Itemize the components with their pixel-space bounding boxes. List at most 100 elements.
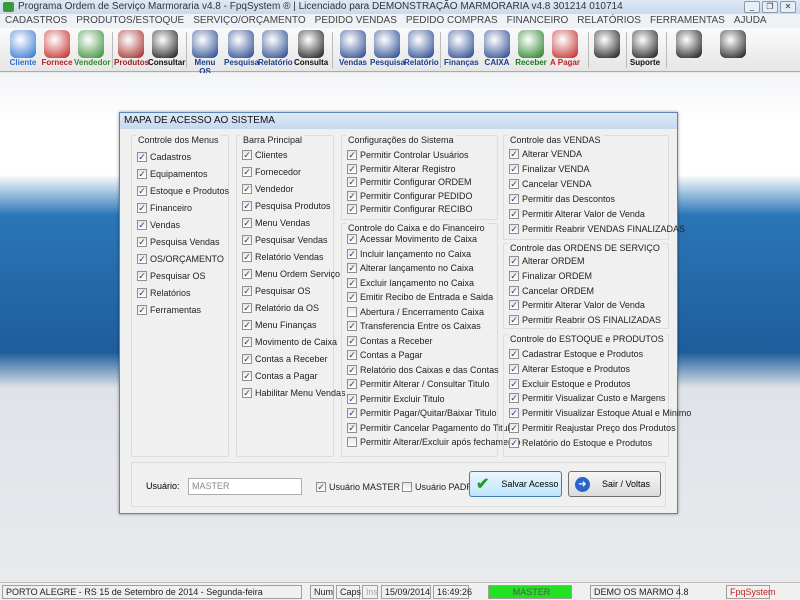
permission-checkbox[interactable]: ✓ Estoque e Produtos	[137, 186, 229, 196]
permission-checkbox[interactable]: ✓ Contas a Pagar	[347, 350, 423, 360]
toolbar-button-menuos[interactable]: Menu OS	[188, 30, 222, 76]
permission-checkbox[interactable]: ✓ Pesquisar OS	[242, 286, 311, 296]
permission-checkbox[interactable]: ✓ Contas a Receber	[347, 335, 433, 346]
checkbox[interactable]: ✓	[137, 186, 147, 196]
save-access-button[interactable]: ✔ Salvar Acesso	[469, 471, 562, 497]
checkbox[interactable]: ✓	[347, 248, 357, 259]
checkbox[interactable]	[347, 437, 357, 447]
checkbox[interactable]: ✓	[347, 350, 357, 360]
user-input[interactable]: MASTER	[188, 478, 302, 495]
checkbox[interactable]: ✓	[347, 277, 357, 288]
toolbar-button-suporte[interactable]: Suporte	[628, 30, 662, 70]
permission-checkbox[interactable]: ✓ Relatório do Estoque e Produtos	[509, 437, 652, 448]
checkbox[interactable]: ✓	[509, 315, 519, 326]
toolbar-button-vendedor[interactable]: Vendedor	[74, 30, 110, 70]
checkbox[interactable]: ✓	[137, 169, 147, 179]
checkbox[interactable]: ✓	[509, 408, 519, 419]
checkbox[interactable]: ✓	[242, 201, 252, 211]
checkbox[interactable]: ✓	[509, 149, 519, 159]
toolbar-button-caixa[interactable]: CAIXA	[480, 30, 514, 70]
permission-checkbox[interactable]: ✓ Pesquisa Vendas	[137, 237, 220, 247]
checkbox[interactable]: ✓	[242, 218, 252, 228]
permission-checkbox[interactable]: ✓ Alterar VENDA	[509, 149, 582, 159]
checkbox[interactable]	[347, 306, 357, 317]
permission-checkbox[interactable]: ✓ Excluir Estoque e Produtos	[509, 378, 631, 389]
restore-button[interactable]: ❐	[762, 1, 778, 13]
permission-checkbox[interactable]: ✓ Movimento de Caixa	[242, 337, 337, 347]
permission-checkbox[interactable]: ✓ Permitir Reabrir OS FINALIZADAS	[509, 315, 661, 326]
checkbox[interactable]: ✓	[509, 224, 519, 234]
permission-checkbox[interactable]: ✓ Permitir Pagar/Quitar/Baixar Titulo	[347, 408, 497, 418]
master-checkbox[interactable]: ✓ Usuário MASTER	[316, 482, 400, 492]
permission-checkbox[interactable]: ✓ Permitir Configurar RECIBO	[347, 204, 473, 215]
toolbar-button-pesquisa[interactable]: Pesquisa	[370, 30, 405, 70]
permission-checkbox[interactable]: ✓ Permitir Reajustar Preço dos Produtos	[509, 423, 676, 433]
menu-pedidovendas[interactable]: PEDIDO VENDAS	[315, 14, 397, 28]
permission-checkbox[interactable]: ✓ Finalizar VENDA	[509, 164, 590, 174]
permission-checkbox[interactable]: ✓ Habilitar Menu Vendas	[242, 388, 346, 398]
checkbox[interactable]: ✓	[509, 179, 519, 189]
permission-checkbox[interactable]: ✓ Pesquisar Vendas	[242, 235, 328, 245]
checkbox[interactable]: ✓	[137, 220, 147, 230]
toolbar-button-coins[interactable]	[672, 30, 706, 70]
permission-checkbox[interactable]: ✓ Permitir Reabrir VENDAS FINALIZADAS	[509, 224, 685, 234]
checkbox[interactable]: ✓	[347, 204, 357, 215]
menu-serviooramento[interactable]: SERVIÇO/ORÇAMENTO	[193, 14, 305, 28]
toolbar-button-finanas[interactable]: Finanças	[444, 30, 479, 70]
checkbox[interactable]: ✓	[137, 237, 147, 247]
permission-checkbox[interactable]: ✓ Equipamentos	[137, 169, 208, 179]
permission-checkbox[interactable]: ✓ Financeiro	[137, 203, 192, 213]
permission-checkbox[interactable]: ✓ Clientes	[242, 150, 288, 160]
checkbox[interactable]: ✓	[242, 150, 252, 160]
checkbox[interactable]: ✓	[347, 393, 357, 404]
checkbox[interactable]: ✓	[347, 364, 357, 375]
checkbox[interactable]: ✓	[137, 271, 147, 281]
toolbar-button-receber[interactable]: Receber	[514, 30, 548, 70]
permission-checkbox[interactable]: ✓ Pesquisar OS	[137, 271, 206, 281]
checkbox[interactable]: ✓	[316, 482, 326, 492]
permission-checkbox[interactable]: ✓ Permitir Configurar ORDEM	[347, 177, 472, 188]
checkbox[interactable]: ✓	[242, 167, 252, 177]
menu-financeiro[interactable]: FINANCEIRO	[507, 14, 569, 28]
toolbar-button-relatrio[interactable]: Relatório	[404, 30, 439, 70]
toolbar-button-fornece[interactable]: Fornece	[40, 30, 74, 70]
menu-cadastros[interactable]: CADASTROS	[5, 14, 67, 28]
checkbox[interactable]: ✓	[509, 285, 519, 296]
permission-checkbox[interactable]: ✓ Relatório dos Caixas e das Contas	[347, 364, 499, 375]
permission-checkbox[interactable]: ✓ Permitir Alterar Registro	[347, 163, 456, 174]
toolbar-button-relatrio[interactable]: Relatório	[258, 30, 293, 70]
permission-checkbox[interactable]: ✓ Permitir Visualizar Estoque Atual e Min…	[509, 408, 691, 419]
permission-checkbox[interactable]: ✓ Vendedor	[242, 184, 294, 194]
toolbar-button-apagar[interactable]: A Pagar	[548, 30, 582, 70]
checkbox[interactable]: ✓	[347, 335, 357, 346]
checkbox[interactable]: ✓	[242, 337, 252, 347]
checkbox[interactable]: ✓	[242, 388, 252, 398]
permission-checkbox[interactable]: ✓ Permitir Excluir Titulo	[347, 393, 445, 404]
permission-checkbox[interactable]: ✓ Permitir Configurar PEDIDO	[347, 190, 473, 201]
checkbox[interactable]: ✓	[242, 303, 252, 313]
menu-relatrios[interactable]: RELATÓRIOS	[577, 14, 641, 28]
toolbar-button-pesquisa[interactable]: Pesquisa	[224, 30, 259, 70]
checkbox[interactable]: ✓	[347, 234, 357, 244]
permission-checkbox[interactable]: ✓ Cancelar ORDEM	[509, 285, 594, 296]
permission-checkbox[interactable]: ✓ Pesquisa Produtos	[242, 201, 331, 211]
menu-pedidocompras[interactable]: PEDIDO COMPRAS	[406, 14, 498, 28]
permission-checkbox[interactable]: ✓ Permitir Controlar Usuários	[347, 150, 469, 160]
permission-checkbox[interactable]: ✓ Cadastros	[137, 152, 191, 162]
menu-ferramentas[interactable]: FERRAMENTAS	[650, 14, 725, 28]
checkbox[interactable]: ✓	[242, 286, 252, 296]
toolbar-button-exit-door[interactable]	[716, 30, 750, 70]
toolbar-button-produtos[interactable]: Produtos	[114, 30, 149, 70]
checkbox[interactable]: ✓	[509, 349, 519, 359]
toolbar-button-vendas[interactable]: Vendas	[336, 30, 370, 70]
close-button[interactable]: ✕	[780, 1, 796, 13]
checkbox[interactable]: ✓	[137, 305, 147, 315]
permission-checkbox[interactable]: ✓ Excluir lançamento no Caixa	[347, 277, 474, 288]
checkbox[interactable]: ✓	[509, 256, 519, 266]
permission-checkbox[interactable]: ✓ Transferencia Entre os Caixas	[347, 321, 481, 331]
checkbox[interactable]: ✓	[509, 300, 519, 311]
checkbox[interactable]: ✓	[347, 422, 357, 433]
permission-checkbox[interactable]: ✓ Alterar lançamento no Caixa	[347, 263, 474, 273]
checkbox[interactable]	[402, 482, 412, 492]
checkbox[interactable]: ✓	[347, 190, 357, 201]
